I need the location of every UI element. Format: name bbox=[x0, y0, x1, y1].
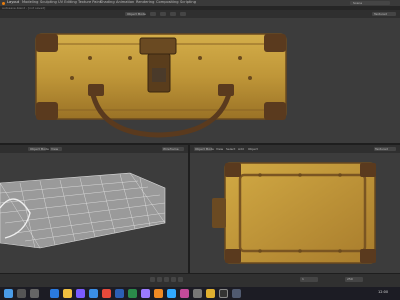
settings-icon[interactable] bbox=[193, 289, 202, 298]
scene-selector-label: Scene bbox=[353, 0, 363, 5]
top-mode-dropdown[interactable]: Object Mode bbox=[125, 11, 146, 16]
excel-icon[interactable] bbox=[128, 289, 137, 298]
current-frame-field[interactable]: 1 bbox=[300, 277, 318, 282]
bl-view-button[interactable]: View bbox=[50, 147, 62, 151]
search-icon[interactable] bbox=[17, 289, 26, 298]
edge-icon[interactable] bbox=[50, 289, 59, 298]
bl-mode-label: Object Mode bbox=[30, 146, 49, 151]
blender-logo-icon[interactable] bbox=[2, 1, 5, 5]
menu-item-animation[interactable]: Animation bbox=[116, 0, 134, 5]
scene-selector[interactable]: Scene bbox=[350, 1, 390, 5]
top-viewport-header: Object Mode Textured bbox=[0, 10, 400, 18]
end-frame-value: 250 bbox=[347, 277, 353, 281]
media-icon[interactable] bbox=[180, 289, 189, 298]
bl-shading-dropdown[interactable]: Wireframe bbox=[162, 147, 184, 151]
br-shading-label: Textured bbox=[375, 146, 388, 151]
bottom-right-viewport[interactable] bbox=[190, 153, 400, 273]
br-menu-select[interactable]: Select bbox=[226, 147, 235, 152]
bottom-right-header: Object Mode View Select Add Object Textu… bbox=[190, 145, 400, 153]
word-icon[interactable] bbox=[115, 289, 124, 298]
menu-item-texture-paint[interactable]: Texture Paint bbox=[78, 0, 101, 5]
bottom-left-header: Object Mode View Wireframe bbox=[0, 145, 188, 153]
top-shading-dropdown[interactable]: Textured bbox=[372, 12, 396, 16]
br-mode-label: Object Mode bbox=[195, 146, 214, 151]
calc-icon[interactable] bbox=[232, 289, 241, 298]
top-object-button[interactable] bbox=[180, 12, 186, 16]
jump-end-button[interactable] bbox=[178, 277, 183, 282]
blender-icon[interactable] bbox=[154, 289, 163, 298]
menu-item-compositing[interactable]: Compositing bbox=[156, 0, 179, 5]
top-mode-label: Object Mode bbox=[127, 11, 146, 16]
terminal-icon[interactable] bbox=[219, 289, 228, 298]
menu-item-sculpting[interactable]: Sculpting bbox=[40, 0, 57, 5]
top-viewport[interactable] bbox=[0, 18, 400, 143]
jump-start-button[interactable] bbox=[150, 277, 155, 282]
store-icon[interactable] bbox=[76, 289, 85, 298]
top-select-button[interactable] bbox=[160, 12, 166, 16]
bl-view-label: View bbox=[51, 146, 59, 151]
top-shading-label: Textured bbox=[374, 11, 387, 16]
menu-item-modeling[interactable]: Modeling bbox=[22, 0, 38, 5]
suitcase-wireframe bbox=[0, 172, 166, 249]
mail-icon[interactable] bbox=[89, 289, 98, 298]
menu-item-rendering[interactable]: Rendering bbox=[136, 0, 154, 5]
timeline-bar: 1 250 bbox=[0, 273, 400, 287]
br-shading-dropdown[interactable]: Textured bbox=[374, 147, 396, 151]
step-back-button[interactable] bbox=[157, 277, 162, 282]
suitcase-top-render bbox=[212, 162, 376, 264]
top-view-button[interactable] bbox=[150, 12, 156, 16]
menu-item-shading[interactable]: Shading bbox=[100, 0, 115, 5]
start-icon[interactable] bbox=[4, 289, 13, 298]
menu-item-scripting[interactable]: Scripting bbox=[180, 0, 196, 5]
suitcase-front-render bbox=[35, 33, 287, 138]
premiere-icon[interactable] bbox=[141, 289, 150, 298]
task-view-icon[interactable] bbox=[30, 289, 39, 298]
timeline-divider bbox=[0, 273, 400, 274]
files-icon[interactable] bbox=[63, 289, 72, 298]
step-forward-button[interactable] bbox=[171, 277, 176, 282]
br-menu-add[interactable]: Add bbox=[238, 147, 244, 152]
menu-item-uv-editing[interactable]: UV Editing bbox=[58, 0, 77, 5]
photoshop-icon[interactable] bbox=[167, 289, 176, 298]
chrome-icon[interactable] bbox=[102, 289, 111, 298]
top-add-button[interactable] bbox=[170, 12, 176, 16]
explorer-icon[interactable] bbox=[206, 289, 215, 298]
bl-mode-dropdown[interactable]: Object Mode bbox=[28, 146, 49, 151]
play-button[interactable] bbox=[164, 277, 169, 282]
br-menu-view[interactable]: View bbox=[216, 147, 223, 152]
br-mode-dropdown[interactable]: Object Mode bbox=[194, 146, 214, 151]
end-frame-field[interactable]: 250 bbox=[345, 277, 363, 282]
bl-shading-label: Wireframe bbox=[163, 146, 179, 151]
bottom-left-viewport[interactable] bbox=[0, 153, 188, 273]
br-menu-object[interactable]: Object bbox=[248, 147, 258, 152]
menu-item-file[interactable]: Layout bbox=[7, 0, 19, 5]
current-frame-value: 1 bbox=[302, 277, 304, 281]
taskbar-clock: 12:00 bbox=[378, 290, 389, 294]
